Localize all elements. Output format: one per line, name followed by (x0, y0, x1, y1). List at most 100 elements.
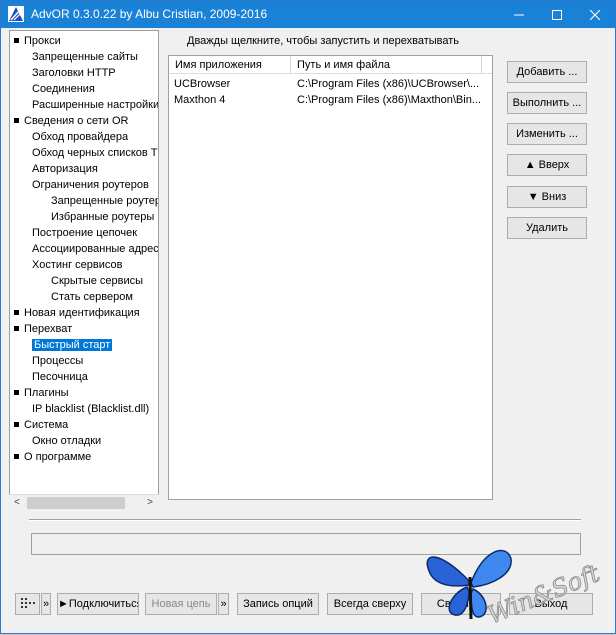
tree-item[interactable]: Избранные роутеры (51, 209, 154, 225)
menu-handle-icon (20, 598, 35, 609)
tree-item[interactable]: IP blacklist (Blacklist.dll) (32, 401, 149, 417)
tree-item-label: Обход провайдера (32, 131, 129, 143)
tree-item[interactable]: Построение цепочек (32, 225, 137, 241)
minimize-window-button[interactable] (499, 1, 539, 28)
exit-button[interactable]: Выход (509, 593, 593, 615)
window-title: AdvOR 0.3.0.22 by Albu Cristian, 2009-20… (31, 7, 268, 21)
add-button[interactable]: Добавить ... (507, 61, 587, 83)
tree-item[interactable]: Хостинг сервисов (32, 257, 122, 273)
app-path-cell: C:\Program Files (x86)\UCBrowser\... (297, 78, 480, 90)
tree-item[interactable]: Ограничения роутеров (32, 177, 149, 193)
settings-tree[interactable]: Прокси Запрещенные сайты Заголовки HTTP Сое… (9, 30, 159, 510)
list-item[interactable]: UCBrowser C:\Program Files (x86)\UCBrows… (169, 77, 492, 92)
tree-item-label: Новая идентификация (24, 307, 140, 319)
tree-item-label: Расширенные настройки (32, 99, 159, 111)
title-bar[interactable]: AdvOR 0.3.0.22 by Albu Cristian, 2009-20… (1, 1, 615, 28)
separator (29, 519, 581, 521)
tree-item[interactable]: Процессы (32, 353, 83, 369)
close-icon (590, 9, 600, 20)
tree-item[interactable]: Запрещенные роутер (51, 193, 159, 209)
tree-item[interactable]: Авторизация (32, 161, 98, 177)
tree-item[interactable]: Скрытые сервисы (51, 273, 143, 289)
move-up-button[interactable]: ▲ Вверх (507, 154, 587, 176)
tree-item-label: О программе (24, 451, 92, 463)
tree-bullet-icon (14, 117, 19, 123)
tree-item[interactable]: Ассоциированные адрес (32, 241, 159, 257)
tree-item-label: Запрещенные сайты (32, 51, 138, 63)
app-logo-icon (8, 6, 24, 22)
tree-item-label: Заголовки HTTP (32, 67, 116, 79)
tree-item-label: Соединения (32, 83, 95, 95)
tree-item-label: IP blacklist (Blacklist.dll) (32, 403, 150, 415)
app-window: AdvOR 0.3.0.22 by Albu Cristian, 2009-20… (0, 0, 616, 634)
tree-item[interactable]: Стать сервером (51, 289, 133, 305)
run-button[interactable]: Выполнить ... (507, 92, 587, 114)
tree-item-label: Сведения о сети OR (24, 115, 129, 127)
save-options-button[interactable]: Запись опций (237, 593, 319, 615)
tree-group[interactable]: Сведения о сети OR (14, 113, 128, 129)
tree-group[interactable]: Перехват (14, 321, 72, 337)
tree-group[interactable]: Новая идентификация (14, 305, 140, 321)
tree-group[interactable]: Система (14, 417, 68, 433)
tree-bullet-icon (14, 453, 19, 459)
status-bar (31, 533, 581, 555)
tree-item[interactable]: Обход провайдера (32, 129, 128, 145)
tree-item[interactable]: Окно отладки (32, 433, 101, 449)
tree-item-label: Окно отладки (32, 435, 102, 447)
tree-bullet-icon (14, 421, 19, 427)
menu-expand-button[interactable]: » (41, 593, 51, 615)
tree-item[interactable]: Расширенные настройки (32, 97, 159, 113)
tree-item-label: Ассоциированные адрес (32, 243, 159, 255)
delete-button[interactable]: Удалить (507, 217, 587, 239)
tree-item-label: Авторизация (32, 163, 98, 175)
tree-horizontal-scrollbar[interactable]: < > (9, 494, 159, 510)
tree-group[interactable]: Прокси (14, 33, 61, 49)
scroll-left-icon[interactable]: < (9, 495, 25, 511)
instruction-text: Дважды щелкните, чтобы запустить и перех… (187, 35, 460, 47)
move-down-button[interactable]: ▼ Вниз (507, 186, 587, 208)
tree-bullet-icon (14, 37, 19, 43)
tree-item[interactable]: Быстрый старт (32, 337, 113, 353)
maximize-icon (552, 9, 562, 20)
tree-item[interactable]: Обход черных списков T (32, 145, 158, 161)
new-chain-more-button[interactable]: » (218, 593, 229, 615)
tree-item-label: Избранные роутеры (51, 211, 155, 223)
tree-bullet-icon (14, 309, 19, 315)
tree-item-label: Система (24, 419, 69, 431)
tree-item-label: Запрещенные роутер (51, 195, 159, 207)
column-header-app-name[interactable]: Имя приложения (169, 56, 291, 74)
tree-item-label: Быстрый старт (32, 339, 113, 351)
always-on-top-button[interactable]: Всегда сверху (327, 593, 413, 615)
tree-item-label: Ограничения роутеров (32, 179, 149, 191)
minimize-button[interactable]: Свернуть (421, 593, 501, 615)
list-header: Имя приложения Путь и имя файла (169, 56, 492, 74)
tree-item-label: Построение цепочек (32, 227, 138, 239)
maximize-window-button[interactable] (537, 1, 577, 28)
tree-item-label: Стать сервером (51, 291, 133, 303)
scroll-right-icon[interactable]: > (142, 495, 158, 511)
app-path-cell: C:\Program Files (x86)\Maxthon\Bin... (297, 94, 482, 106)
tree-item-label: Процессы (32, 355, 84, 367)
menu-button[interactable] (15, 593, 40, 615)
tree-item[interactable]: Соединения (32, 81, 95, 97)
tree-item[interactable]: Песочница (32, 369, 88, 385)
tree-item-label: Скрытые сервисы (51, 275, 144, 287)
tree-item-label: Перехват (24, 323, 73, 335)
tree-item[interactable]: Заголовки HTTP (32, 65, 116, 81)
tree-group[interactable]: О программе (14, 449, 91, 465)
tree-item[interactable]: Запрещенные сайты (32, 49, 138, 65)
tree-item-label: Обход черных списков T (32, 147, 158, 159)
list-item[interactable]: Maxthon 4 C:\Program Files (x86)\Maxthon… (169, 93, 492, 108)
column-header-path[interactable]: Путь и имя файла (291, 56, 482, 74)
close-window-button[interactable] (575, 1, 615, 28)
edit-button[interactable]: Изменить ... (507, 123, 587, 145)
tree-item-label: Хостинг сервисов (32, 259, 123, 271)
tree-item-label: Песочница (32, 371, 88, 383)
watermark: Win&Soft (426, 549, 604, 630)
connect-button[interactable]: ►Подключиться (57, 593, 139, 615)
scrollbar-thumb[interactable] (27, 497, 125, 509)
applications-list[interactable]: Имя приложения Путь и имя файла UCBrowse… (168, 55, 493, 500)
tree-group[interactable]: Плагины (14, 385, 69, 401)
new-chain-button[interactable]: Новая цепь (145, 593, 217, 615)
tree-bullet-icon (14, 389, 19, 395)
